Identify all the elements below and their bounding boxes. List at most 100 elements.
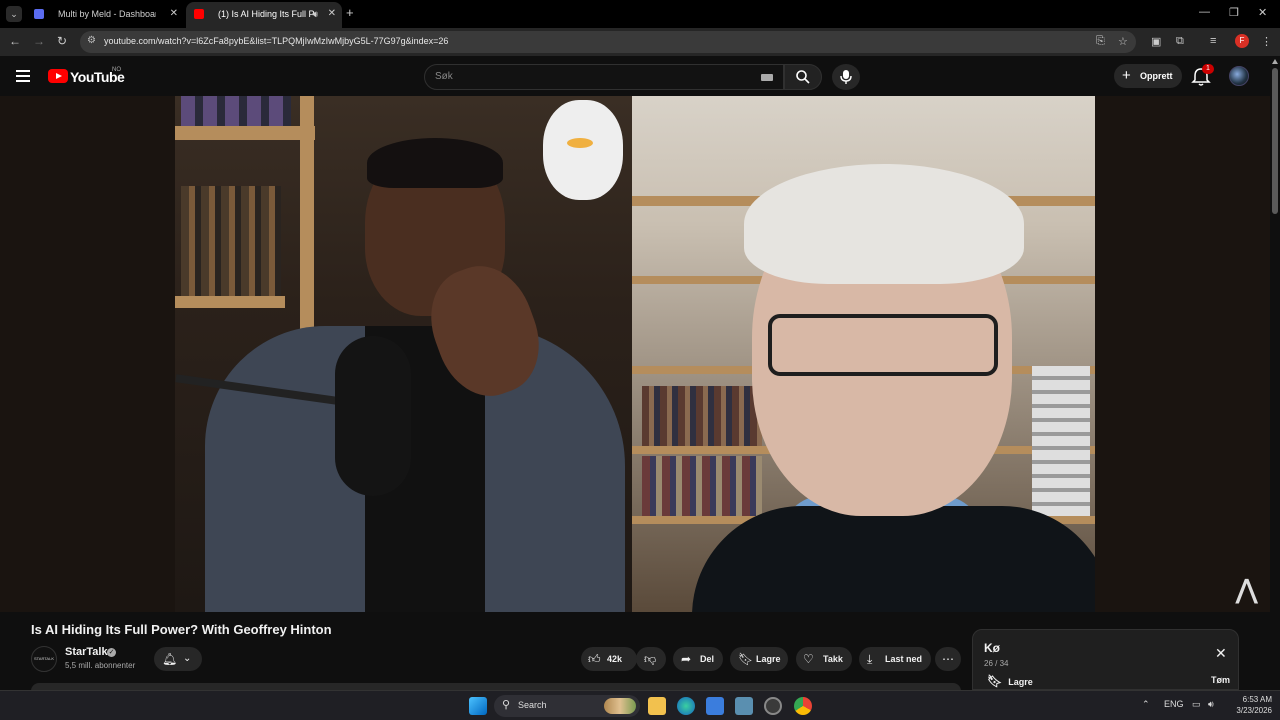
snipping-tool-icon[interactable] [735, 697, 753, 715]
file-explorer-icon[interactable] [648, 697, 666, 715]
extensions-puzzle-icon[interactable]: ⧉ [1176, 35, 1184, 48]
channel-name[interactable]: StarTalk [65, 646, 108, 658]
save-label: Lagre [756, 654, 781, 664]
extension-a-logo-icon[interactable]: ⋀ [1236, 574, 1257, 605]
new-tab-button[interactable]: + [346, 5, 354, 20]
thumbs-down-icon: 👎︎ [644, 652, 657, 666]
url-text[interactable]: youtube.com/watch?v=l6ZcFa8pybE&list=TLP… [104, 36, 448, 46]
tab-close-icon[interactable]: ✕ [328, 2, 336, 26]
download-button[interactable]: ⤓ Last ned [859, 647, 931, 671]
system-clock[interactable]: 6:53 AM 3/23/2026 [1224, 694, 1272, 716]
tab-search-button[interactable]: ⌄ [6, 6, 22, 22]
tray-chevron-up-icon[interactable]: ⌃ [1142, 699, 1150, 710]
menu-hamburger-icon[interactable] [16, 70, 30, 85]
site-info-icon[interactable]: ⚙ [87, 35, 96, 46]
queue-panel: Kø 26 / 34 ✕ 🔖︎ Lagre Tøm [972, 629, 1239, 690]
bookmark-icon: 🔖︎ [738, 652, 754, 666]
keyboard-icon[interactable] [761, 74, 773, 81]
edge-browser-icon[interactable] [677, 697, 695, 715]
clock-date: 3/23/2026 [1236, 706, 1272, 715]
dislike-button[interactable]: 👎︎ [636, 647, 666, 671]
tab-youtube-video[interactable]: (1) Is AI Hiding Its Full Power? 🔊︎ ✕ [186, 2, 342, 28]
page-scrollbar[interactable] [1270, 56, 1280, 690]
browser-tab-strip: ⌄ Multi by Meld - Dashboard. ✕ (1) Is AI… [0, 0, 1280, 28]
search-placeholder: Søk [435, 71, 453, 82]
thanks-button[interactable]: ♡ Takk [796, 647, 852, 671]
tab-close-icon[interactable]: ✕ [170, 2, 178, 26]
browser-menu-icon[interactable]: ⋮ [1261, 35, 1272, 48]
meld-favicon-icon [34, 9, 44, 19]
download-icon: ⤓ [867, 652, 873, 666]
voice-search-button[interactable] [832, 64, 860, 90]
speaker-icon[interactable]: 🔊︎ [312, 2, 318, 26]
profile-avatar[interactable]: F [1235, 34, 1249, 48]
youtube-play-icon [48, 69, 68, 83]
penguin-beak-image [567, 138, 593, 148]
media-control-icon[interactable]: ≡ [1210, 35, 1216, 47]
guest-hair-image [744, 164, 1024, 284]
verified-check-icon: ✓ [107, 648, 116, 657]
queue-save-button[interactable]: 🔖︎ Lagre [987, 674, 1033, 688]
volume-icon[interactable]: 🔊︎ [1208, 699, 1214, 710]
input-language[interactable]: ENG [1164, 699, 1184, 709]
host-video-pane [175, 96, 632, 612]
share-button[interactable]: ➦ Del [673, 647, 723, 671]
like-count: 42k [607, 654, 623, 664]
scroll-up-arrow-icon[interactable] [1272, 59, 1278, 64]
scrollbar-thumb[interactable] [1272, 68, 1278, 214]
save-button[interactable]: 🔖︎ Lagre [730, 647, 788, 671]
windows-taskbar: ⚲ Search ⌃ ENG ▭ 🔊︎ 6:53 AM 3/23/2026 [0, 690, 1280, 720]
install-app-icon[interactable]: ⎘ [1096, 35, 1105, 48]
extension-icon[interactable]: ▣ [1151, 35, 1161, 48]
minimize-window-icon[interactable]: — [1199, 6, 1210, 18]
chevron-down-icon: ⌄ [183, 653, 192, 664]
bookmark-icon: 🔖︎ [987, 674, 1003, 688]
windows-start-icon[interactable] [469, 697, 487, 715]
subscriber-count: 5,5 mill. abonnenter [65, 661, 136, 670]
search-input[interactable]: Søk [424, 64, 784, 90]
close-queue-icon[interactable]: ✕ [1215, 645, 1227, 662]
bookshelf [175, 296, 285, 308]
address-bar[interactable]: ⚙ youtube.com/watch?v=l6ZcFa8pybE&list=T… [80, 31, 1136, 53]
app-window-icon[interactable] [706, 697, 724, 715]
video-player-area: ⋀ [0, 96, 1270, 612]
more-actions-button[interactable]: ⋯ [935, 647, 961, 671]
guest-sweater-image [692, 506, 1095, 612]
search-icon: ⚲ [502, 699, 511, 711]
like-button[interactable]: 👍︎ 42k [581, 647, 637, 671]
search-icon [796, 70, 810, 84]
youtube-header: YouTube NO Søk + Opprett 1 [0, 56, 1270, 96]
tab-meld-dashboard[interactable]: Multi by Meld - Dashboard. ✕ [26, 2, 184, 28]
video-player[interactable] [175, 96, 1095, 612]
queue-clear-button[interactable]: Tøm [1211, 675, 1230, 685]
queue-title: Kø [984, 641, 1000, 655]
tab-title: Multi by Meld - Dashboard. [58, 9, 156, 19]
taskbar-search[interactable]: ⚲ Search [494, 695, 640, 717]
filing-trays-image [1032, 366, 1090, 516]
subscribe-notification-button[interactable]: 🔔︎ ⌄ [154, 647, 202, 671]
app-notification-icon[interactable] [764, 697, 782, 715]
back-arrow-icon[interactable]: ← [9, 34, 21, 48]
create-button[interactable]: + Opprett [1114, 64, 1182, 88]
queue-position: 26 / 34 [984, 659, 1009, 668]
guest-video-pane [632, 96, 1095, 612]
user-avatar[interactable] [1229, 66, 1249, 86]
notification-count-badge: 1 [1202, 64, 1214, 74]
reload-icon[interactable]: ↻ [57, 34, 67, 48]
queue-save-label: Lagre [1008, 677, 1033, 687]
more-horizontal-icon: ⋯ [942, 652, 954, 666]
search-button[interactable] [784, 64, 822, 90]
thanks-heart-dollar-icon: ♡ [803, 652, 814, 666]
close-window-icon[interactable]: ✕ [1258, 6, 1267, 19]
share-arrow-icon: ➦ [681, 652, 692, 666]
chrome-browser-icon[interactable] [794, 697, 812, 715]
bookmark-star-icon[interactable]: ☆ [1118, 35, 1128, 48]
browser-toolbar: ← → ↻ ⚙ youtube.com/watch?v=l6ZcFa8pybE&… [0, 28, 1280, 56]
restore-window-icon[interactable]: ❐ [1229, 6, 1239, 19]
bell-icon: 🔔︎ [162, 652, 178, 666]
network-icon[interactable]: ▭ [1192, 699, 1201, 710]
forward-arrow-icon[interactable]: → [33, 34, 45, 48]
tab-title: (1) Is AI Hiding Its Full Power? [218, 9, 316, 19]
channel-avatar[interactable]: STARTALK [31, 646, 57, 672]
clock-time: 6:53 AM [1242, 695, 1272, 704]
